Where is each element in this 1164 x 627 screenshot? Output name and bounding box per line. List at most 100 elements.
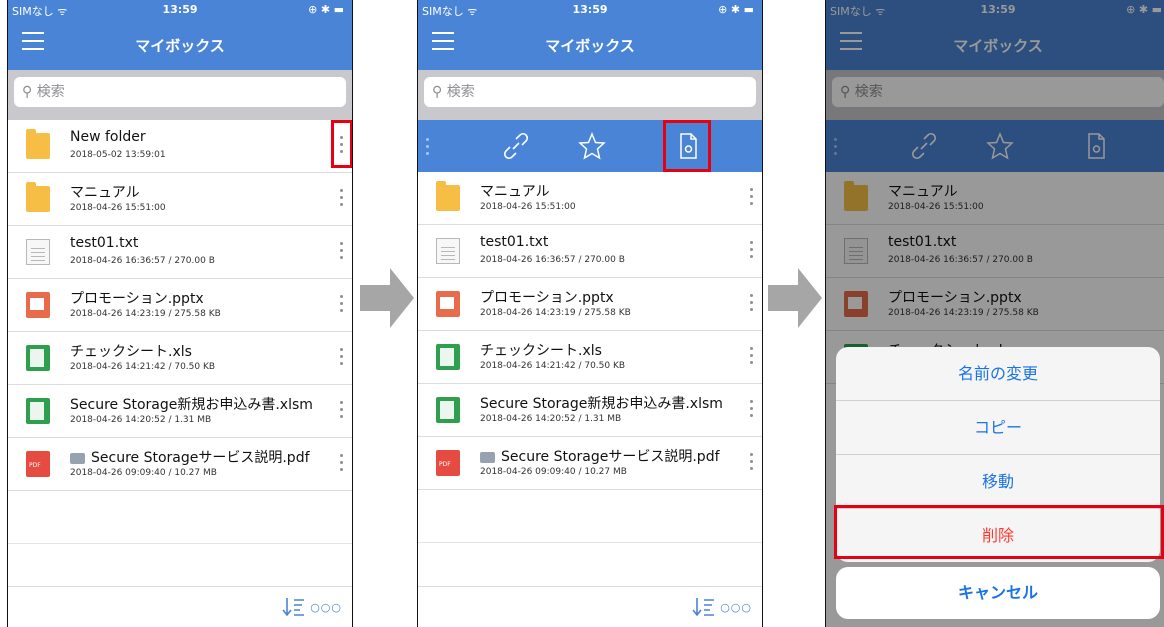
search-bar: ⚲ 検索	[418, 70, 762, 120]
star-icon[interactable]	[576, 130, 608, 162]
navigation-bar: マイボックス	[8, 20, 352, 70]
file-name-text: Secure Storageサービス説明.pdf	[501, 449, 720, 465]
clock: 13:59	[572, 3, 608, 16]
arrow-right-icon	[360, 268, 414, 328]
text-file-icon	[26, 239, 50, 265]
file-meta: 2018-04-26 14:20:52 / 1.31 MB	[70, 415, 212, 425]
file-name: Secure Storage新規お申込み書.xlsm	[480, 396, 723, 412]
file-name: チェックシート.xls	[70, 344, 192, 360]
pptx-file-icon	[26, 292, 50, 318]
file-name: チェックシート.xls	[480, 343, 602, 359]
file-meta: 2018-04-26 14:23:19 / 275.58 KB	[480, 308, 631, 318]
file-meta: 2018-04-26 16:36:57 / 270.00 B	[70, 256, 215, 266]
list-item[interactable]: チェックシート.xls 2018-04-26 14:21:42 / 70.50 …	[418, 331, 762, 384]
search-input[interactable]: ⚲ 検索	[424, 77, 756, 107]
phone-screen-3: SIMなし ᯤ 13:59 ⊕ ✱ ▬ マイボックス ⚲ 検索 マニュアル 20…	[825, 0, 1164, 627]
more-options-icon[interactable]	[745, 237, 757, 265]
list-item[interactable]: プロモーション.pptx 2018-04-26 14:23:19 / 275.5…	[8, 279, 352, 332]
file-name: マニュアル	[70, 185, 140, 201]
rename-option[interactable]: 名前の変更	[836, 347, 1160, 401]
navigation-bar: マイボックス	[418, 20, 762, 70]
list-item[interactable]: test01.txt 2018-04-26 16:36:57 / 270.00 …	[418, 225, 762, 278]
list-item[interactable]: チェックシート.xls 2018-04-26 14:21:42 / 70.50 …	[8, 332, 352, 385]
list-item[interactable]: プロモーション.pptx 2018-04-26 14:23:19 / 275.5…	[418, 278, 762, 331]
list-item[interactable]: test01.txt 2018-04-26 16:36:57 / 270.00 …	[8, 226, 352, 279]
search-icon: ⚲	[22, 84, 37, 100]
file-meta: 2018-04-26 15:51:00	[480, 202, 576, 212]
file-meta: 2018-04-26 09:09:40 / 10.27 MB	[70, 468, 217, 478]
drag-handle-icon[interactable]	[426, 134, 430, 155]
copy-option[interactable]: コピー	[836, 401, 1160, 455]
file-name: test01.txt	[480, 234, 549, 250]
phone-screen-2: SIMなし ᯤ 13:59 ⊕ ✱ ▬ マイボックス ⚲ 検索 マニュアル 20…	[417, 0, 763, 627]
list-item[interactable]: Secure Storage新規お申込み書.xlsm 2018-04-26 14…	[418, 384, 762, 437]
file-name: Secure Storage新規お申込み書.xlsm	[70, 397, 313, 413]
more-options-icon[interactable]	[335, 238, 347, 266]
folder-icon	[26, 129, 50, 159]
more-options-icon[interactable]	[335, 344, 347, 372]
move-option[interactable]: 移動	[836, 455, 1160, 509]
arrow-right-icon	[768, 268, 822, 328]
highlight-box	[331, 120, 352, 168]
more-menu-icon[interactable]: ○○○	[310, 601, 342, 614]
comment-badge-icon	[480, 451, 495, 463]
sort-icon[interactable]	[282, 596, 306, 618]
link-icon[interactable]	[500, 130, 532, 162]
empty-row	[418, 490, 762, 543]
file-name: New folder	[70, 129, 146, 145]
comment-badge-icon	[70, 452, 85, 464]
list-item[interactable]: Secure Storageサービス説明.pdf 2018-04-26 09:0…	[8, 438, 352, 491]
status-bar: SIMなし ᯤ 13:59 ⊕ ✱ ▬	[418, 0, 762, 20]
file-meta: 2018-04-26 14:21:42 / 70.50 KB	[70, 362, 216, 372]
more-options-icon[interactable]	[335, 185, 347, 213]
folder-icon	[26, 182, 50, 212]
xls-file-icon	[26, 345, 50, 371]
file-meta: 2018-04-26 15:51:00	[70, 203, 166, 213]
bottom-toolbar: ○○○	[418, 586, 762, 627]
more-options-icon[interactable]	[335, 450, 347, 478]
more-options-icon[interactable]	[745, 290, 757, 318]
sort-icon[interactable]	[692, 596, 716, 618]
more-options-icon[interactable]	[745, 343, 757, 371]
search-placeholder: 検索	[36, 84, 65, 100]
phone-screen-1: SIMなし ᯤ 13:59 ⊕ ✱ ▬ マイボックス ⚲ 検索 New fold…	[7, 0, 353, 627]
list-item[interactable]: マニュアル 2018-04-26 15:51:00	[8, 173, 352, 226]
file-meta: 2018-04-26 14:20:52 / 1.31 MB	[480, 414, 622, 424]
list-item[interactable]: New folder 2018-05-02 13:59:01	[8, 120, 352, 173]
file-name: プロモーション.pptx	[480, 290, 614, 306]
empty-row	[8, 491, 352, 544]
highlight-box	[663, 120, 711, 172]
xlsm-file-icon	[26, 398, 50, 424]
more-options-icon[interactable]	[745, 449, 757, 477]
list-item[interactable]: Secure Storageサービス説明.pdf 2018-04-26 09:0…	[418, 437, 762, 490]
search-icon: ⚲	[432, 84, 447, 100]
file-meta: 2018-04-26 14:21:42 / 70.50 KB	[480, 361, 626, 371]
file-name: マニュアル	[480, 184, 550, 200]
file-meta: 2018-04-26 14:23:19 / 275.58 KB	[70, 309, 221, 319]
status-icons: ⊕ ✱ ▬	[718, 3, 754, 16]
pptx-file-icon	[436, 291, 460, 317]
file-name-text: Secure Storageサービス説明.pdf	[91, 450, 310, 466]
item-action-bar	[418, 120, 762, 172]
pdf-file-icon	[436, 450, 460, 476]
status-bar: SIMなし ᯤ 13:59 ⊕ ✱ ▬	[8, 0, 352, 20]
file-meta: 2018-04-26 09:09:40 / 10.27 MB	[480, 467, 627, 477]
status-icons: ⊕ ✱ ▬	[308, 3, 344, 16]
more-options-icon[interactable]	[335, 397, 347, 425]
search-bar: ⚲ 検索	[8, 70, 352, 120]
search-input[interactable]: ⚲ 検索	[14, 77, 346, 107]
cancel-button[interactable]: キャンセル	[836, 567, 1160, 619]
file-name: test01.txt	[70, 235, 139, 251]
more-menu-icon[interactable]: ○○○	[720, 601, 752, 614]
more-options-icon[interactable]	[745, 396, 757, 424]
list-item[interactable]: マニュアル 2018-04-26 15:51:00	[418, 172, 762, 225]
clock: 13:59	[162, 3, 198, 16]
more-options-icon[interactable]	[745, 184, 757, 212]
more-options-icon[interactable]	[335, 291, 347, 319]
file-meta: 2018-04-26 16:36:57 / 270.00 B	[480, 255, 625, 265]
list-item[interactable]: Secure Storage新規お申込み書.xlsm 2018-04-26 14…	[8, 385, 352, 438]
file-meta: 2018-05-02 13:59:01	[70, 150, 166, 160]
search-placeholder: 検索	[446, 84, 475, 100]
xls-file-icon	[436, 344, 460, 370]
page-title: マイボックス	[135, 37, 225, 55]
